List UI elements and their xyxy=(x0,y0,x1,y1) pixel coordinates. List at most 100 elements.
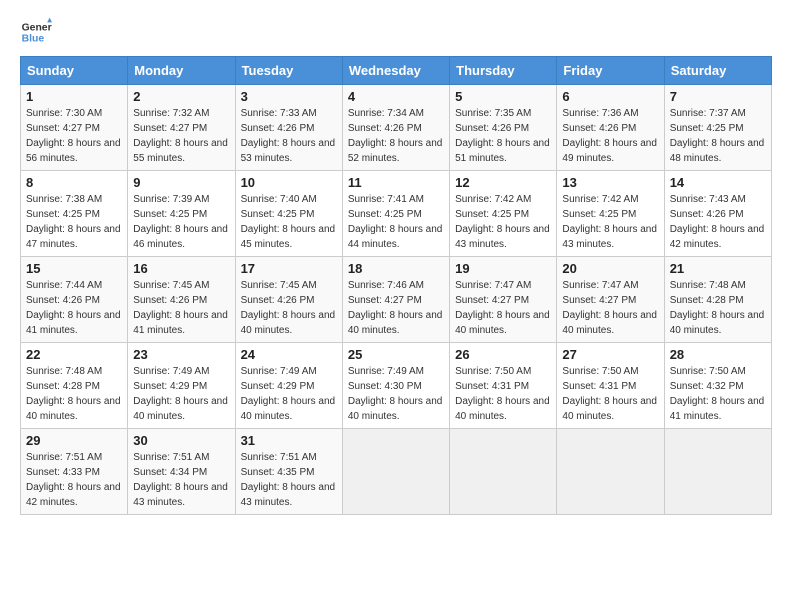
calendar-cell: 21Sunrise: 7:48 AMSunset: 4:28 PMDayligh… xyxy=(664,257,771,343)
day-number: 29 xyxy=(26,433,122,448)
calendar-cell: 19Sunrise: 7:47 AMSunset: 4:27 PMDayligh… xyxy=(450,257,557,343)
calendar-cell: 2 Sunrise: 7:32 AMSunset: 4:27 PMDaylight… xyxy=(128,85,235,171)
day-header-monday: Monday xyxy=(128,57,235,85)
calendar-cell: 18 Sunrise: 7:46 AMSunset: 4:27 PMDayligh… xyxy=(342,257,449,343)
day-info: Sunrise: 7:30 AMSunset: 4:27 PMDaylight:… xyxy=(26,106,122,166)
day-info: Sunrise: 7:50 AMSunset: 4:31 PMDaylight:… xyxy=(455,364,551,424)
day-number: 13 xyxy=(562,175,658,190)
day-info: Sunrise: 7:51 AMSunset: 4:33 PMDaylight:… xyxy=(26,450,122,510)
day-number: 1 xyxy=(26,89,122,104)
calendar-cell: 22 Sunrise: 7:48 AMSunset: 4:28 PMDayligh… xyxy=(21,343,128,429)
calendar-cell: 24 Sunrise: 7:49 AMSunset: 4:29 PMDayligh… xyxy=(235,343,342,429)
day-number: 28 xyxy=(670,347,766,362)
calendar-cell: 10 Sunrise: 7:40 AMSunset: 4:25 PMDayligh… xyxy=(235,171,342,257)
calendar-week-5: 29 Sunrise: 7:51 AMSunset: 4:33 PMDayligh… xyxy=(21,429,772,515)
calendar-week-2: 8Sunrise: 7:38 AMSunset: 4:25 PMDaylight… xyxy=(21,171,772,257)
day-info: Sunrise: 7:32 AMSunset: 4:27 PMDaylight:… xyxy=(133,106,229,166)
day-info: Sunrise: 7:49 AMSunset: 4:29 PMDaylight:… xyxy=(133,364,229,424)
day-number: 12 xyxy=(455,175,551,190)
day-info: Sunrise: 7:50 AMSunset: 4:31 PMDaylight:… xyxy=(562,364,658,424)
day-info: Sunrise: 7:40 AMSunset: 4:25 PMDaylight:… xyxy=(241,192,337,252)
day-info: Sunrise: 7:49 AMSunset: 4:30 PMDaylight:… xyxy=(348,364,444,424)
day-header-sunday: Sunday xyxy=(21,57,128,85)
day-info: Sunrise: 7:35 AMSunset: 4:26 PMDaylight:… xyxy=(455,106,551,166)
day-info: Sunrise: 7:47 AMSunset: 4:27 PMDaylight:… xyxy=(562,278,658,338)
day-header-friday: Friday xyxy=(557,57,664,85)
day-header-tuesday: Tuesday xyxy=(235,57,342,85)
calendar-cell: 30 Sunrise: 7:51 AMSunset: 4:34 PMDayligh… xyxy=(128,429,235,515)
svg-text:General: General xyxy=(22,22,52,33)
calendar-week-3: 15Sunrise: 7:44 AMSunset: 4:26 PMDayligh… xyxy=(21,257,772,343)
day-number: 22 xyxy=(26,347,122,362)
day-number: 3 xyxy=(241,89,337,104)
day-info: Sunrise: 7:36 AMSunset: 4:26 PMDaylight:… xyxy=(562,106,658,166)
day-info: Sunrise: 7:33 AMSunset: 4:26 PMDaylight:… xyxy=(241,106,337,166)
day-number: 27 xyxy=(562,347,658,362)
calendar-cell xyxy=(664,429,771,515)
calendar-header: SundayMondayTuesdayWednesdayThursdayFrid… xyxy=(21,57,772,85)
calendar-cell: 9Sunrise: 7:39 AMSunset: 4:25 PMDaylight… xyxy=(128,171,235,257)
day-info: Sunrise: 7:37 AMSunset: 4:25 PMDaylight:… xyxy=(670,106,766,166)
logo: General Blue xyxy=(20,16,52,48)
calendar-cell: 3 Sunrise: 7:33 AMSunset: 4:26 PMDaylight… xyxy=(235,85,342,171)
calendar-cell: 12 Sunrise: 7:42 AMSunset: 4:25 PMDayligh… xyxy=(450,171,557,257)
calendar-cell xyxy=(557,429,664,515)
day-info: Sunrise: 7:46 AMSunset: 4:27 PMDaylight:… xyxy=(348,278,444,338)
day-header-thursday: Thursday xyxy=(450,57,557,85)
calendar-cell: 7Sunrise: 7:37 AMSunset: 4:25 PMDaylight… xyxy=(664,85,771,171)
calendar-week-4: 22 Sunrise: 7:48 AMSunset: 4:28 PMDayligh… xyxy=(21,343,772,429)
svg-text:Blue: Blue xyxy=(22,34,45,45)
day-info: Sunrise: 7:51 AMSunset: 4:34 PMDaylight:… xyxy=(133,450,229,510)
calendar-cell: 27 Sunrise: 7:50 AMSunset: 4:31 PMDayligh… xyxy=(557,343,664,429)
calendar-cell: 6 Sunrise: 7:36 AMSunset: 4:26 PMDaylight… xyxy=(557,85,664,171)
calendar-table: SundayMondayTuesdayWednesdayThursdayFrid… xyxy=(20,56,772,515)
calendar-cell: 16 Sunrise: 7:45 AMSunset: 4:26 PMDayligh… xyxy=(128,257,235,343)
calendar-cell xyxy=(450,429,557,515)
day-number: 11 xyxy=(348,175,444,190)
day-number: 6 xyxy=(562,89,658,104)
calendar-body: 1 Sunrise: 7:30 AMSunset: 4:27 PMDaylight… xyxy=(21,85,772,515)
day-number: 15 xyxy=(26,261,122,276)
calendar-cell: 23Sunrise: 7:49 AMSunset: 4:29 PMDayligh… xyxy=(128,343,235,429)
day-info: Sunrise: 7:34 AMSunset: 4:26 PMDaylight:… xyxy=(348,106,444,166)
days-header-row: SundayMondayTuesdayWednesdayThursdayFrid… xyxy=(21,57,772,85)
day-number: 5 xyxy=(455,89,551,104)
calendar-cell: 26 Sunrise: 7:50 AMSunset: 4:31 PMDayligh… xyxy=(450,343,557,429)
day-number: 14 xyxy=(670,175,766,190)
day-number: 10 xyxy=(241,175,337,190)
day-number: 2 xyxy=(133,89,229,104)
calendar-cell: 4 Sunrise: 7:34 AMSunset: 4:26 PMDaylight… xyxy=(342,85,449,171)
calendar-cell: 28Sunrise: 7:50 AMSunset: 4:32 PMDayligh… xyxy=(664,343,771,429)
calendar-cell: 17Sunrise: 7:45 AMSunset: 4:26 PMDayligh… xyxy=(235,257,342,343)
day-info: Sunrise: 7:38 AMSunset: 4:25 PMDaylight:… xyxy=(26,192,122,252)
day-info: Sunrise: 7:47 AMSunset: 4:27 PMDaylight:… xyxy=(455,278,551,338)
day-number: 25 xyxy=(348,347,444,362)
day-number: 16 xyxy=(133,261,229,276)
calendar-week-1: 1 Sunrise: 7:30 AMSunset: 4:27 PMDaylight… xyxy=(21,85,772,171)
header: General Blue xyxy=(20,16,772,48)
day-info: Sunrise: 7:41 AMSunset: 4:25 PMDaylight:… xyxy=(348,192,444,252)
calendar-cell: 29 Sunrise: 7:51 AMSunset: 4:33 PMDayligh… xyxy=(21,429,128,515)
day-info: Sunrise: 7:48 AMSunset: 4:28 PMDaylight:… xyxy=(26,364,122,424)
day-number: 31 xyxy=(241,433,337,448)
calendar-cell: 5 Sunrise: 7:35 AMSunset: 4:26 PMDaylight… xyxy=(450,85,557,171)
day-info: Sunrise: 7:48 AMSunset: 4:28 PMDaylight:… xyxy=(670,278,766,338)
day-number: 20 xyxy=(562,261,658,276)
day-number: 30 xyxy=(133,433,229,448)
day-info: Sunrise: 7:49 AMSunset: 4:29 PMDaylight:… xyxy=(241,364,337,424)
day-number: 18 xyxy=(348,261,444,276)
calendar-cell: 20 Sunrise: 7:47 AMSunset: 4:27 PMDayligh… xyxy=(557,257,664,343)
calendar-cell: 11 Sunrise: 7:41 AMSunset: 4:25 PMDayligh… xyxy=(342,171,449,257)
day-info: Sunrise: 7:42 AMSunset: 4:25 PMDaylight:… xyxy=(455,192,551,252)
day-header-saturday: Saturday xyxy=(664,57,771,85)
day-number: 26 xyxy=(455,347,551,362)
day-number: 4 xyxy=(348,89,444,104)
calendar-cell: 13Sunrise: 7:42 AMSunset: 4:25 PMDayligh… xyxy=(557,171,664,257)
day-number: 24 xyxy=(241,347,337,362)
day-number: 9 xyxy=(133,175,229,190)
logo-icon: General Blue xyxy=(20,16,52,48)
day-info: Sunrise: 7:43 AMSunset: 4:26 PMDaylight:… xyxy=(670,192,766,252)
day-info: Sunrise: 7:51 AMSunset: 4:35 PMDaylight:… xyxy=(241,450,337,510)
day-info: Sunrise: 7:45 AMSunset: 4:26 PMDaylight:… xyxy=(133,278,229,338)
calendar-cell: 14 Sunrise: 7:43 AMSunset: 4:26 PMDayligh… xyxy=(664,171,771,257)
